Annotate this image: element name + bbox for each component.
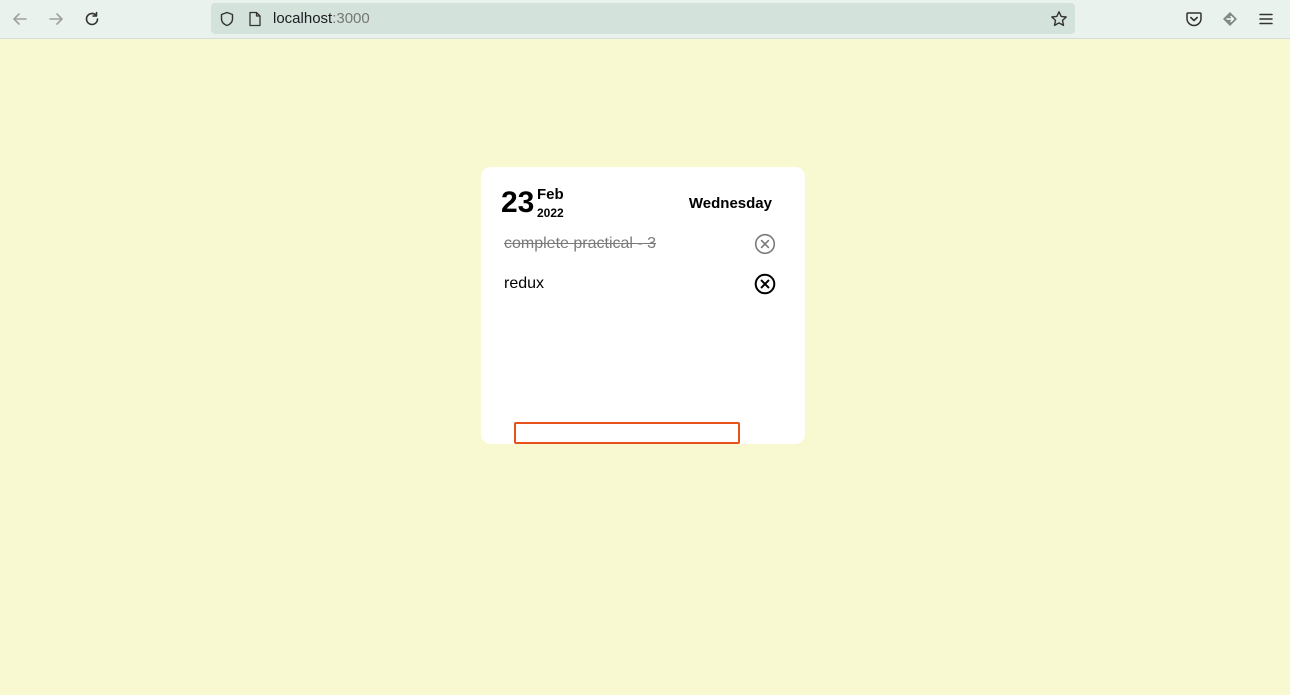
extension-icon[interactable]	[1219, 8, 1241, 30]
page-icon	[245, 9, 265, 29]
url-port: :3000	[332, 10, 370, 27]
delete-todo-icon[interactable]	[754, 273, 776, 295]
todo-item-completed[interactable]: complete practical - 3	[503, 232, 779, 256]
new-todo-input[interactable]	[514, 422, 740, 444]
todo-item[interactable]: redux	[503, 272, 779, 296]
browser-toolbar: localhost:3000	[0, 0, 1290, 39]
delete-todo-icon[interactable]	[754, 233, 776, 255]
todo-text[interactable]: redux	[504, 275, 544, 293]
arrow-left-icon[interactable]	[9, 8, 31, 30]
arrow-right-icon[interactable]	[45, 8, 67, 30]
date-month: Feb	[537, 186, 564, 203]
date-year: 2022	[537, 206, 564, 220]
date-day: 23	[501, 186, 535, 219]
url-bar[interactable]: localhost:3000	[211, 3, 1075, 34]
pocket-icon[interactable]	[1183, 8, 1205, 30]
hamburger-menu-icon[interactable]	[1255, 8, 1277, 30]
url-host: localhost	[273, 10, 333, 27]
star-icon[interactable]	[1049, 9, 1069, 29]
todo-card: 23 Feb 2022 Wednesday complete practical…	[481, 167, 805, 444]
reload-icon[interactable]	[81, 8, 103, 30]
todo-text[interactable]: complete practical - 3	[504, 235, 656, 253]
shield-icon[interactable]	[217, 9, 237, 29]
url-text[interactable]: localhost:3000	[273, 10, 370, 27]
date-weekday: Wednesday	[688, 195, 772, 212]
